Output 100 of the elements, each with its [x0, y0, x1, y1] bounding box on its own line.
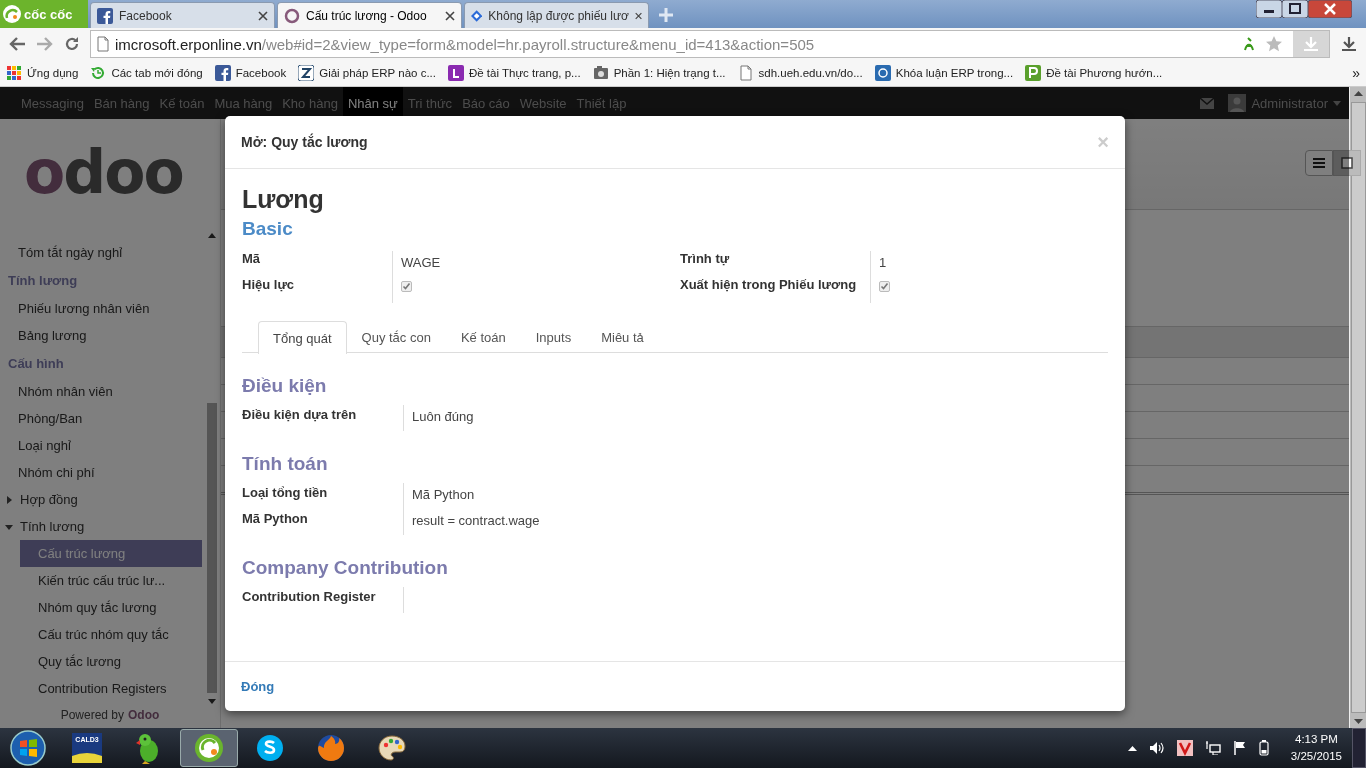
odoo-logo: odoo: [23, 136, 184, 209]
tab[interactable]: Kế toán: [445, 321, 521, 352]
show-hidden-icons[interactable]: [1127, 745, 1137, 751]
sidebar-item[interactable]: Kiến trúc cấu trúc lư...: [20, 567, 202, 594]
checkbox[interactable]: [401, 281, 412, 292]
powered-by-text: Powered by: [60, 708, 124, 722]
scroll-up-icon[interactable]: [208, 233, 216, 238]
menu-item[interactable]: Nhân sự: [342, 87, 403, 119]
flag-icon[interactable]: [1232, 741, 1247, 755]
sidebar-item[interactable]: Nhóm nhân viên: [0, 378, 220, 405]
close-icon[interactable]: [445, 10, 455, 21]
rule-category: Basic: [242, 217, 294, 241]
sidebar-item[interactable]: Cấu trúc lương: [20, 540, 202, 567]
minimize-icon[interactable]: [1256, 0, 1282, 18]
menu-item[interactable]: Tri thức: [402, 87, 458, 119]
sidebar-item[interactable]: Cấu trúc nhóm quy tắc: [20, 621, 202, 648]
tab[interactable]: Miêu tả: [586, 321, 659, 352]
skype-icon: [255, 733, 285, 763]
palette-icon: [377, 733, 407, 763]
scroll-up-icon[interactable]: [1353, 91, 1363, 96]
bookmark[interactable]: Facebook: [214, 65, 287, 81]
wave-icon: [72, 751, 102, 763]
sidebar-section-title: Cấu hình: [7, 355, 65, 373]
network-icon[interactable]: [1204, 741, 1221, 755]
speaker-icon[interactable]: [1148, 741, 1165, 755]
browser-tab[interactable]: Không lập được phiếu lươ: [464, 2, 649, 28]
address-bar[interactable]: imcrosoft.erponline.vn/web#id=2&view_type=form&model=hr.payroll.structure&menu_id=413&action=505: [90, 30, 1330, 58]
section-title: Tính toán: [242, 453, 329, 476]
reload-icon[interactable]: [64, 36, 80, 52]
menu-item[interactable]: Mua hàng: [209, 87, 278, 119]
tab[interactable]: Inputs: [520, 321, 587, 352]
tab[interactable]: Quy tắc con: [346, 321, 446, 352]
field-label: Mã Python: [242, 510, 309, 528]
browser-tab[interactable]: Facebook: [90, 2, 275, 28]
dialog-title: Mở: Quy tắc lương: [241, 134, 368, 150]
more-bookmarks[interactable]: »: [1352, 65, 1360, 81]
sidebar-item[interactable]: Nhóm chi phí: [0, 459, 220, 486]
sidebar-item[interactable]: Nhóm quy tắc lương: [20, 594, 202, 621]
antivirus-icon[interactable]: [1176, 740, 1193, 756]
odoo-link[interactable]: Odoo: [128, 708, 160, 722]
list-view-button[interactable]: [1305, 150, 1333, 176]
bookmark[interactable]: Ứng dụng: [6, 65, 79, 81]
sidebar-item[interactable]: Bảng lương: [0, 322, 220, 349]
sidebar-item[interactable]: Loại nghỉ: [0, 432, 220, 459]
close-icon[interactable]: [258, 10, 268, 21]
bookmark[interactable]: Đề tài Thực trang, p...: [447, 65, 581, 81]
scroll-down-icon[interactable]: [1353, 719, 1363, 724]
expand-triangle-icon[interactable]: [5, 495, 13, 504]
translate-icon[interactable]: [1243, 36, 1255, 52]
clock-date: 3/25/2015: [1290, 749, 1342, 764]
sidebar-item[interactable]: Quy tắc lương: [20, 648, 202, 675]
z-letter-icon: [298, 65, 315, 81]
caret-icon: [1333, 100, 1341, 106]
bookmark[interactable]: Phần 1: Hiện trạng t...: [592, 65, 726, 81]
field-value: result = contract.wage: [412, 513, 540, 528]
sidebar-item[interactable]: Hợp đồng: [0, 486, 220, 513]
sidebar-item[interactable]: Contribution Registers: [20, 675, 202, 702]
collapse-triangle-icon[interactable]: [5, 522, 13, 531]
brand-name: cốc cốc: [24, 6, 73, 22]
download-icon[interactable]: [1340, 36, 1358, 52]
checkbox[interactable]: [879, 281, 890, 292]
menu-item[interactable]: Báo cáo: [457, 87, 515, 119]
user-menu[interactable]: Administrator: [1228, 94, 1341, 112]
start-button[interactable]: [8, 728, 48, 768]
maximize-icon[interactable]: [1282, 0, 1308, 18]
form-view-button[interactable]: [1333, 150, 1361, 176]
record-name: Lương: [242, 184, 325, 215]
bookmark[interactable]: Giải pháp ERP nào c...: [298, 65, 436, 81]
scrollbar[interactable]: [1349, 87, 1366, 728]
sidebar-item[interactable]: Phiếu lương nhân viên: [0, 295, 220, 322]
close-icon[interactable]: [634, 10, 642, 21]
sidebar-item[interactable]: Tính lương: [0, 513, 220, 540]
scroll-down-icon[interactable]: [208, 699, 216, 704]
close-icon[interactable]: [1308, 0, 1352, 18]
field-label: Loại tổng tiền: [242, 484, 329, 502]
back-icon[interactable]: [8, 36, 26, 52]
avatar-icon: [1228, 94, 1247, 112]
browser-tab[interactable]: Cấu trúc lương - Odoo: [277, 2, 462, 28]
bookmark[interactable]: sdh.ueh.edu.vn/do...: [737, 65, 863, 81]
leaf-icon: [2, 4, 22, 24]
field-label: Hiệu lực: [242, 277, 296, 294]
battery-icon[interactable]: [1258, 740, 1269, 756]
history-icon: [90, 65, 107, 81]
sidebar-section-title: Tính lương: [7, 272, 79, 290]
field-label: Contribution Register: [242, 588, 377, 606]
bookmark[interactable]: Các tab mới đóng: [90, 65, 203, 81]
bookmark[interactable]: Khóa luận ERP trong...: [874, 65, 1014, 81]
clock[interactable]: 4:13 PM 3/25/2015: [1290, 731, 1342, 765]
star-icon[interactable]: [1265, 35, 1283, 53]
sidebar-item[interactable]: Phòng/Ban: [0, 405, 220, 432]
leaf-icon: [194, 733, 224, 763]
browser-logo[interactable]: cốc cốc: [0, 0, 88, 28]
field-value: WAGE: [401, 255, 441, 270]
bookmark[interactable]: Đề tài Phương hướn...: [1025, 65, 1163, 81]
close-button[interactable]: Đóng: [241, 679, 275, 694]
taskbar-app[interactable]: [180, 729, 238, 767]
tab[interactable]: Tổng quát: [258, 321, 347, 354]
section-title: Company Contribution: [242, 557, 449, 580]
sidebar-item[interactable]: Tóm tắt ngày nghỉ: [0, 239, 220, 266]
camera-icon: [592, 65, 609, 81]
